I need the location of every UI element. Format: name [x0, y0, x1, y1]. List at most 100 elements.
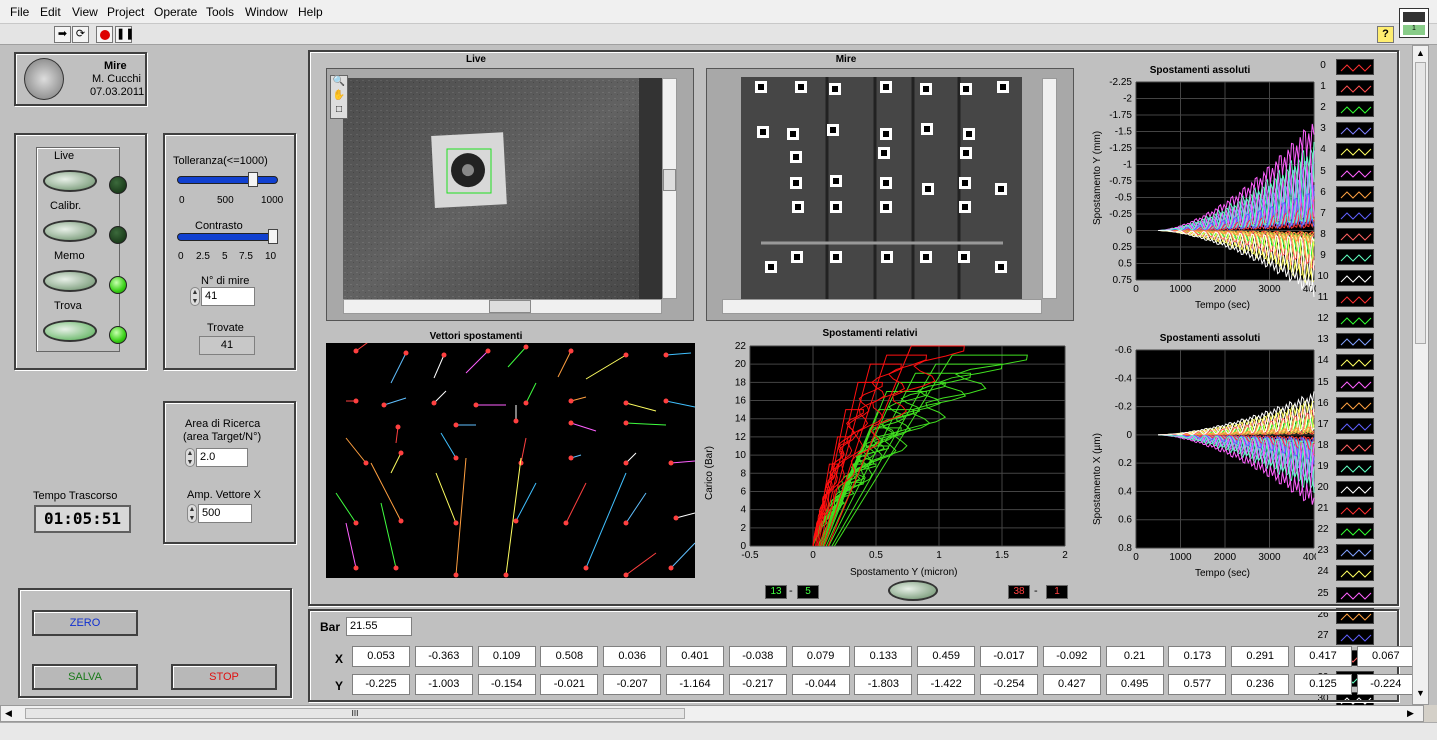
table-cell-x: -0.017	[980, 646, 1038, 667]
vector-point	[513, 518, 519, 524]
target-marker	[790, 151, 802, 163]
menu-edit[interactable]: Edit	[40, 5, 61, 19]
target-marker	[787, 128, 799, 140]
legend-swatch[interactable]	[1336, 459, 1374, 476]
sel-a2[interactable]: 5	[797, 585, 819, 599]
legend-swatch[interactable]	[1336, 375, 1374, 392]
amp-field[interactable]: 500	[198, 504, 252, 523]
menu-project[interactable]: Project	[107, 5, 144, 19]
menu-tools[interactable]: Tools	[206, 5, 234, 19]
legend-swatch[interactable]	[1336, 270, 1374, 286]
area-field[interactable]: 2.0	[196, 448, 248, 467]
legend-swatch[interactable]	[1336, 481, 1374, 497]
table-cell-y: -0.044	[791, 674, 850, 695]
target-marker	[880, 81, 892, 93]
legend-swatch[interactable]	[1336, 164, 1374, 181]
menu-operate[interactable]: Operate	[154, 5, 197, 19]
legend-swatch[interactable]	[1336, 80, 1374, 97]
scroll-right-icon[interactable]: ▶	[1407, 708, 1414, 719]
legend-swatch[interactable]	[1336, 396, 1374, 413]
run-arrow-icon[interactable]: ➡	[54, 26, 71, 43]
sel-b2[interactable]: 1	[1046, 585, 1068, 599]
legend-swatch[interactable]	[1336, 206, 1374, 223]
rel-toggle[interactable]	[888, 580, 938, 601]
legend-swatch[interactable]	[1336, 312, 1374, 329]
legend-swatch[interactable]	[1336, 185, 1374, 202]
table-cell-y: -1.003	[414, 674, 473, 695]
legend-swatch[interactable]	[1336, 291, 1374, 308]
target-marker	[880, 201, 892, 213]
vertical-scrollbar[interactable]: ▲ ▼	[1412, 45, 1429, 705]
pause-icon[interactable]: ❚❚	[115, 26, 134, 43]
legend-swatch[interactable]	[1336, 354, 1374, 371]
tolleranza-slider-thumb[interactable]	[247, 172, 258, 187]
scroll-left-icon[interactable]: ◀	[5, 708, 12, 719]
timer-value: 01:05:51	[34, 505, 131, 533]
legend-swatch[interactable]	[1336, 227, 1374, 244]
menu-file[interactable]: File	[10, 5, 29, 19]
legend-swatch[interactable]	[1336, 333, 1374, 350]
legend-swatch[interactable]	[1336, 438, 1374, 455]
n-mire-field[interactable]: 41	[201, 287, 255, 306]
legend-number: 22	[1317, 524, 1329, 536]
vector-point	[523, 400, 529, 406]
scroll-down-icon[interactable]: ▼	[1416, 688, 1425, 698]
sel-b1[interactable]: 38	[1008, 585, 1030, 599]
menu-window[interactable]: Window	[245, 5, 288, 19]
help-icon[interactable]: ?	[1377, 26, 1394, 43]
legend-swatch[interactable]	[1336, 122, 1374, 139]
menu-help[interactable]: Help	[298, 5, 323, 19]
salva-button[interactable]: SALVA	[32, 664, 138, 690]
x-tick: 3000	[1258, 284, 1281, 295]
select-rect-icon[interactable]: □	[331, 104, 347, 118]
abort-icon[interactable]	[96, 26, 113, 43]
horizontal-scrollbar[interactable]: ◀ III ▶	[0, 705, 1424, 722]
legend-swatch[interactable]	[1336, 565, 1374, 582]
sel-a1[interactable]: 13	[765, 585, 787, 599]
legend-swatch[interactable]	[1336, 523, 1374, 540]
contrasto-slider-thumb[interactable]	[268, 229, 278, 244]
mode-button-0[interactable]	[43, 170, 97, 192]
zero-button[interactable]: ZERO	[32, 610, 138, 636]
v-scroll-thumb[interactable]	[1415, 62, 1426, 344]
contrasto-slider[interactable]	[177, 233, 273, 241]
table-cell-y: 0.495	[1105, 674, 1164, 695]
area-spinner[interactable]: ▲ ▼	[185, 448, 195, 467]
legend-swatch[interactable]	[1336, 248, 1374, 265]
amp-spinner[interactable]: ▲ ▼	[187, 504, 197, 523]
vector-point	[353, 565, 359, 571]
mire-vscroll[interactable]	[1042, 78, 1057, 299]
live-vscroll[interactable]	[662, 78, 677, 299]
legend-swatch[interactable]	[1336, 59, 1374, 75]
legend-swatch[interactable]	[1336, 586, 1374, 603]
legend-swatch[interactable]	[1336, 502, 1374, 519]
vector-point	[668, 460, 674, 466]
mode-button-2[interactable]	[43, 270, 97, 292]
n-mire-spinner[interactable]: ▲ ▼	[190, 287, 200, 306]
mode-led-2	[109, 276, 127, 294]
live-hscroll[interactable]	[343, 299, 662, 314]
vector-point	[623, 352, 629, 358]
mode-button-3[interactable]	[43, 320, 97, 342]
x-tick: 2	[1062, 550, 1068, 561]
stop-button[interactable]: STOP	[171, 664, 277, 690]
x-tick: 0	[810, 550, 816, 561]
pan-hand-icon[interactable]: ✋	[331, 90, 347, 104]
legend-swatch[interactable]	[1336, 417, 1374, 434]
legend-swatch[interactable]	[1336, 544, 1374, 561]
mire-hscroll[interactable]	[722, 299, 1042, 314]
scroll-up-icon[interactable]: ▲	[1416, 48, 1425, 58]
tolleranza-slider[interactable]	[177, 176, 278, 184]
run-continuously-icon[interactable]: ⟳	[72, 26, 89, 43]
zoom-icon[interactable]: 🔍	[331, 76, 347, 90]
target-marker	[995, 261, 1007, 273]
h-scroll-thumb[interactable]: III	[25, 708, 685, 719]
tick: 0	[179, 195, 185, 206]
menu-view[interactable]: View	[72, 5, 98, 19]
amp-label: Amp. Vettore X	[187, 489, 261, 501]
y-tick: 12	[735, 432, 747, 443]
mode-button-1[interactable]	[43, 220, 97, 242]
legend-number: 15	[1317, 376, 1329, 388]
legend-swatch[interactable]	[1336, 101, 1374, 118]
legend-swatch[interactable]	[1336, 143, 1374, 160]
